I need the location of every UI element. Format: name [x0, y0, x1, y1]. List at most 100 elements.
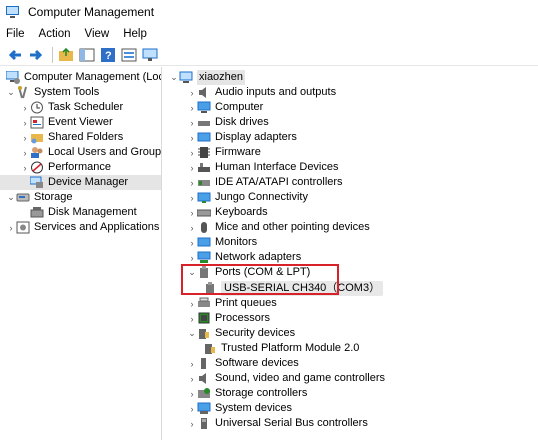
device-category-usb[interactable]: › Universal Serial Bus controllers: [187, 416, 368, 431]
ide-controller-icon: [197, 176, 211, 189]
chevron-right-icon[interactable]: ›: [187, 85, 197, 100]
device-category-security[interactable]: ⌄ Security devices: [187, 326, 295, 341]
chevron-right-icon[interactable]: ›: [187, 401, 197, 416]
tree-item-services[interactable]: › Services and Applications: [6, 220, 159, 235]
help-icon[interactable]: ?: [99, 46, 117, 64]
speaker-icon: [197, 86, 211, 99]
system-device-icon: [197, 402, 211, 415]
chevron-right-icon[interactable]: ›: [20, 160, 30, 175]
device-category-firmware[interactable]: › Firmware: [187, 145, 261, 160]
chevron-right-icon[interactable]: ›: [6, 220, 16, 235]
chevron-right-icon[interactable]: ›: [187, 250, 197, 265]
chevron-right-icon[interactable]: ›: [187, 190, 197, 205]
chevron-right-icon[interactable]: ›: [187, 311, 197, 326]
device-category-display-adapters[interactable]: › Display adapters: [187, 130, 297, 145]
device-category-storage-controllers[interactable]: › Storage controllers: [187, 386, 308, 401]
services-icon: [16, 221, 30, 234]
device-category-keyboards[interactable]: › Keyboards: [187, 205, 268, 220]
computer-management-icon: [6, 5, 22, 19]
chevron-right-icon[interactable]: ›: [20, 130, 30, 145]
chevron-right-icon[interactable]: ›: [187, 100, 197, 115]
back-icon[interactable]: [6, 46, 24, 64]
menu-file[interactable]: File: [6, 28, 25, 40]
navigation-tree: Computer Management (Local ⌄ System Tool…: [0, 67, 162, 440]
device-tree: ⌄ xiaozhen › Audio inputs and outputs › …: [163, 67, 538, 440]
device-category-print-queues[interactable]: › Print queues: [187, 296, 277, 311]
device-category-audio[interactable]: › Audio inputs and outputs: [187, 85, 336, 100]
chevron-right-icon[interactable]: ›: [187, 115, 197, 130]
chevron-right-icon[interactable]: ›: [187, 130, 197, 145]
system-tools-icon: [16, 86, 30, 99]
menu-action[interactable]: Action: [39, 28, 71, 40]
device-category-mice[interactable]: › Mice and other pointing devices: [187, 220, 370, 235]
device-trusted-platform-module[interactable]: Trusted Platform Module 2.0: [203, 341, 359, 356]
chevron-right-icon[interactable]: ›: [187, 296, 197, 311]
device-category-software[interactable]: › Software devices: [187, 356, 299, 371]
chevron-right-icon[interactable]: ›: [187, 235, 197, 250]
chevron-down-icon[interactable]: ⌄: [6, 190, 16, 205]
chevron-right-icon[interactable]: ›: [20, 100, 30, 115]
up-folder-icon[interactable]: [57, 46, 75, 64]
chevron-down-icon[interactable]: ⌄: [187, 326, 197, 341]
menu-bar: File Action View Help: [0, 24, 538, 44]
device-tree-root[interactable]: ⌄ xiaozhen: [169, 70, 246, 85]
device-category-ide[interactable]: › IDE ATA/ATAPI controllers: [187, 175, 343, 190]
device-category-processors[interactable]: › Processors: [187, 311, 271, 326]
device-category-hid[interactable]: › Human Interface Devices: [187, 160, 339, 175]
network-adapter-icon: [197, 251, 211, 264]
chevron-right-icon[interactable]: ›: [187, 220, 197, 235]
software-device-icon: [197, 357, 211, 370]
device-category-jungo[interactable]: › Jungo Connectivity: [187, 190, 308, 205]
tree-item-root[interactable]: Computer Management (Local: [6, 70, 161, 85]
device-manager-icon: [30, 176, 44, 189]
tree-item-storage[interactable]: ⌄ Storage: [6, 190, 72, 205]
chevron-right-icon[interactable]: ›: [187, 356, 197, 371]
firmware-icon: [197, 146, 211, 159]
chevron-right-icon[interactable]: ›: [187, 145, 197, 160]
tree-item-system-tools[interactable]: ⌄ System Tools: [6, 85, 99, 100]
forward-icon[interactable]: [27, 46, 45, 64]
computer-icon: [197, 101, 211, 114]
display-adapter-icon: [197, 131, 211, 144]
tree-item-task-scheduler[interactable]: › Task Scheduler: [20, 100, 123, 115]
disk-management-icon: [30, 206, 44, 219]
disk-drive-icon: [197, 116, 211, 129]
tree-item-event-viewer[interactable]: › Event Viewer: [20, 115, 113, 130]
device-category-network[interactable]: › Network adapters: [187, 250, 301, 265]
tree-item-device-manager[interactable]: Device Manager: [0, 175, 161, 190]
menu-view[interactable]: View: [85, 28, 110, 40]
chevron-right-icon[interactable]: ›: [20, 115, 30, 130]
chevron-right-icon[interactable]: ›: [187, 371, 197, 386]
chevron-right-icon[interactable]: ›: [187, 160, 197, 175]
computer-icon: [179, 71, 193, 84]
device-category-system-devices[interactable]: › System devices: [187, 401, 292, 416]
device-category-monitors[interactable]: › Monitors: [187, 235, 258, 250]
chevron-down-icon[interactable]: ⌄: [6, 85, 16, 100]
tree-item-shared-folders[interactable]: › Shared Folders: [20, 130, 123, 145]
monitor-icon[interactable]: [141, 46, 159, 64]
properties-icon[interactable]: [120, 46, 138, 64]
tree-item-local-users[interactable]: › Local Users and Groups: [20, 145, 161, 160]
show-hide-tree-icon[interactable]: [78, 46, 96, 64]
jungo-icon: [197, 191, 211, 204]
usb-icon: [197, 417, 211, 430]
chevron-right-icon[interactable]: ›: [187, 205, 197, 220]
computer-management-icon: [6, 71, 20, 84]
device-category-disk-drives[interactable]: › Disk drives: [187, 115, 269, 130]
speaker-icon: [197, 372, 211, 385]
chevron-right-icon[interactable]: ›: [20, 145, 30, 160]
keyboard-icon: [197, 206, 211, 219]
chevron-right-icon[interactable]: ›: [187, 416, 197, 431]
performance-icon: [30, 161, 44, 174]
chevron-right-icon[interactable]: ›: [187, 386, 197, 401]
tree-item-disk-management[interactable]: Disk Management: [30, 205, 137, 220]
chevron-right-icon[interactable]: ›: [187, 175, 197, 190]
chevron-down-icon[interactable]: ⌄: [169, 70, 179, 85]
menu-help[interactable]: Help: [123, 28, 147, 40]
device-category-sound[interactable]: › Sound, video and game controllers: [187, 371, 385, 386]
tree-item-performance[interactable]: › Performance: [20, 160, 111, 175]
event-viewer-icon: [30, 116, 44, 129]
device-category-computer[interactable]: › Computer: [187, 100, 263, 115]
storage-icon: [16, 191, 30, 204]
highlight-annotation-box: [181, 264, 339, 295]
